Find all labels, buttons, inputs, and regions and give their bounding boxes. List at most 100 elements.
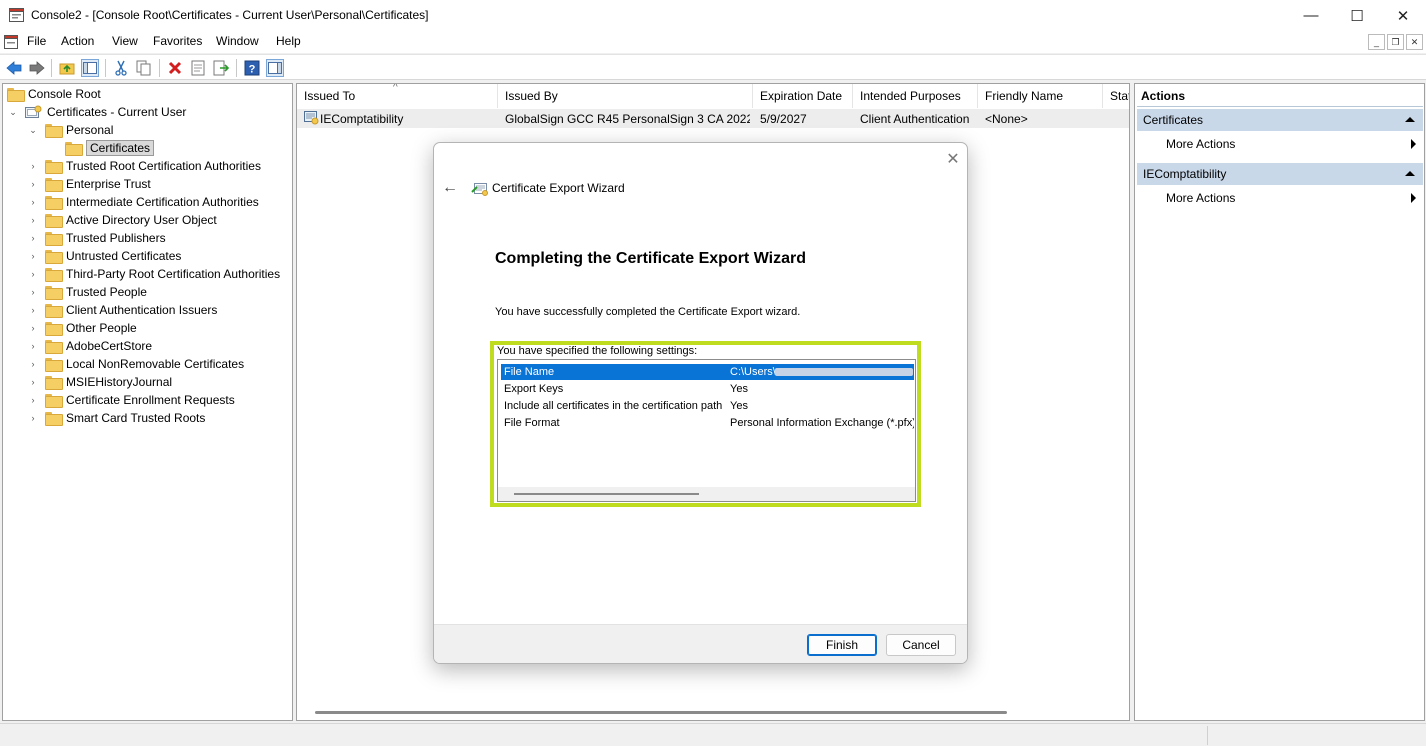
tree-item-folder[interactable]: › Active Directory User Object xyxy=(27,211,217,229)
chevron-right-icon[interactable]: › xyxy=(27,160,39,172)
tree-item-folder[interactable]: › AdobeCertStore xyxy=(27,337,152,355)
chevron-right-icon[interactable]: › xyxy=(27,394,39,406)
delete-icon[interactable] xyxy=(166,59,184,77)
actions-pane: Actions Certificates More Actions IEComp… xyxy=(1134,83,1425,721)
collapse-icon[interactable] xyxy=(1405,171,1415,176)
forward-arrow-icon[interactable] xyxy=(28,59,46,77)
tree-item-label: Trusted Publishers xyxy=(66,231,166,245)
horizontal-scrollbar[interactable] xyxy=(315,711,1007,714)
menu-favorites[interactable]: Favorites xyxy=(153,34,202,48)
console-tree[interactable]: Console Root ⌄ Certificates - Current Us… xyxy=(2,83,293,721)
chevron-right-icon[interactable]: › xyxy=(27,214,39,226)
column-header-intended-purposes[interactable]: Intended Purposes xyxy=(853,84,978,108)
column-header-issued-by[interactable]: Issued By xyxy=(498,84,753,108)
settings-row-export-keys[interactable]: Export Keys Yes xyxy=(501,381,914,397)
settings-horizontal-scrollbar[interactable] xyxy=(498,487,915,501)
tree-item-label: Trusted Root Certification Authorities xyxy=(66,159,261,173)
back-arrow-icon[interactable] xyxy=(5,59,23,77)
child-close-button[interactable]: ✕ xyxy=(1406,34,1423,50)
chevron-right-icon[interactable]: › xyxy=(27,232,39,244)
menu-help[interactable]: Help xyxy=(276,34,301,48)
tree-item-console-root[interactable]: Console Root xyxy=(7,85,101,103)
settings-row-file-name[interactable]: File Name C:\Users\ xyxy=(501,364,914,380)
chevron-right-icon[interactable]: › xyxy=(27,196,39,208)
show-hide-action-pane-icon[interactable] xyxy=(266,59,284,77)
chevron-right-icon[interactable]: › xyxy=(27,268,39,280)
setting-name: Export Keys xyxy=(504,383,564,395)
tree-item-label: Local NonRemovable Certificates xyxy=(66,357,245,371)
more-actions-certificates[interactable]: More Actions xyxy=(1166,135,1235,153)
menu-action[interactable]: Action xyxy=(61,34,94,48)
chevron-right-icon[interactable]: › xyxy=(27,376,39,388)
chevron-down-icon[interactable]: ⌄ xyxy=(27,124,39,136)
tree-item-certificates-current-user[interactable]: ⌄ Certificates - Current User xyxy=(7,103,186,121)
tree-item-label: Certificates - Current User xyxy=(47,105,187,119)
dialog-close-button[interactable]: ✕ xyxy=(943,149,963,169)
system-menu-icon[interactable] xyxy=(4,35,18,49)
status-bar xyxy=(0,723,1426,746)
chevron-right-icon[interactable]: › xyxy=(27,322,39,334)
tree-item-folder[interactable]: › Trusted Root Certification Authorities xyxy=(27,157,261,175)
tree-item-folder[interactable]: › Trusted Publishers xyxy=(27,229,166,247)
back-arrow-icon[interactable]: ← xyxy=(440,178,460,198)
column-header-status[interactable]: Stat xyxy=(1103,84,1129,108)
cell-issued-to: IEComptatibility xyxy=(320,112,404,126)
column-header-expiration-date[interactable]: Expiration Date xyxy=(753,84,853,108)
chevron-right-icon[interactable]: › xyxy=(27,250,39,262)
wizard-heading: Completing the Certificate Export Wizard xyxy=(495,250,806,267)
column-header-friendly-name[interactable]: Friendly Name xyxy=(978,84,1103,108)
tree-item-personal[interactable]: ⌄ Personal xyxy=(27,121,113,139)
up-folder-icon[interactable] xyxy=(58,59,76,77)
folder-icon xyxy=(45,286,63,300)
close-button[interactable]: ✕ xyxy=(1380,0,1426,31)
child-restore-button[interactable]: ❐ xyxy=(1387,34,1404,50)
settings-list[interactable]: File Name C:\Users\ Export Keys Yes Incl… xyxy=(497,359,916,502)
tree-item-folder[interactable]: › Certificate Enrollment Requests xyxy=(27,391,235,409)
tree-item-folder[interactable]: › Enterprise Trust xyxy=(27,175,151,193)
chevron-right-icon[interactable]: › xyxy=(27,340,39,352)
cut-icon[interactable] xyxy=(112,59,130,77)
menu-file[interactable]: File xyxy=(27,34,46,48)
chevron-right-icon[interactable]: › xyxy=(27,178,39,190)
collapse-icon[interactable] xyxy=(1405,117,1415,122)
properties-icon[interactable] xyxy=(189,59,207,77)
column-header-issued-to[interactable]: Issued To ^ xyxy=(297,84,498,108)
cancel-button[interactable]: Cancel xyxy=(886,634,956,656)
tree-item-folder[interactable]: › Smart Card Trusted Roots xyxy=(27,409,205,427)
export-list-icon[interactable] xyxy=(212,59,230,77)
minimize-button[interactable]: — xyxy=(1288,0,1334,31)
chevron-down-icon[interactable]: ⌄ xyxy=(7,106,19,118)
menu-window[interactable]: Window xyxy=(216,34,259,48)
tree-item-label: Other People xyxy=(66,321,137,335)
finish-button[interactable]: Finish xyxy=(807,634,877,656)
tree-item-certificates[interactable]: Certificates xyxy=(65,139,155,157)
cell-friendly-name: <None> xyxy=(985,112,1028,126)
child-minimize-button[interactable]: _ xyxy=(1368,34,1385,50)
certificate-wizard-icon xyxy=(471,183,488,196)
actions-pane-title: Actions xyxy=(1141,89,1186,103)
settings-row-file-format[interactable]: File Format Personal Information Exchang… xyxy=(501,415,914,431)
chevron-right-icon[interactable]: › xyxy=(27,358,39,370)
chevron-right-icon[interactable]: › xyxy=(27,286,39,298)
setting-value: Yes xyxy=(730,400,748,412)
tree-item-folder[interactable]: › MSIEHistoryJournal xyxy=(27,373,172,391)
copy-icon[interactable] xyxy=(135,59,153,77)
more-actions-iecomptatibility[interactable]: More Actions xyxy=(1166,189,1235,207)
settings-row-include-all-certificates[interactable]: Include all certificates in the certific… xyxy=(501,398,914,414)
tree-item-folder[interactable]: › Client Authentication Issuers xyxy=(27,301,217,319)
actions-section-iecomptatibility[interactable]: IEComptatibility xyxy=(1137,163,1423,185)
actions-section-certificates[interactable]: Certificates xyxy=(1137,109,1423,131)
chevron-right-icon[interactable]: › xyxy=(27,412,39,424)
tree-item-folder[interactable]: › Trusted People xyxy=(27,283,147,301)
help-icon[interactable]: ? xyxy=(243,59,261,77)
show-hide-tree-icon[interactable] xyxy=(81,59,99,77)
maximize-button[interactable]: ☐ xyxy=(1334,0,1380,31)
tree-item-folder[interactable]: › Intermediate Certification Authorities xyxy=(27,193,259,211)
tree-item-folder[interactable]: › Other People xyxy=(27,319,137,337)
scrollbar-thumb[interactable] xyxy=(514,493,699,495)
chevron-right-icon[interactable]: › xyxy=(27,304,39,316)
tree-item-folder[interactable]: › Third-Party Root Certification Authorit… xyxy=(27,265,280,283)
tree-item-folder[interactable]: › Untrusted Certificates xyxy=(27,247,181,265)
menu-view[interactable]: View xyxy=(112,34,138,48)
tree-item-folder[interactable]: › Local NonRemovable Certificates xyxy=(27,355,244,373)
